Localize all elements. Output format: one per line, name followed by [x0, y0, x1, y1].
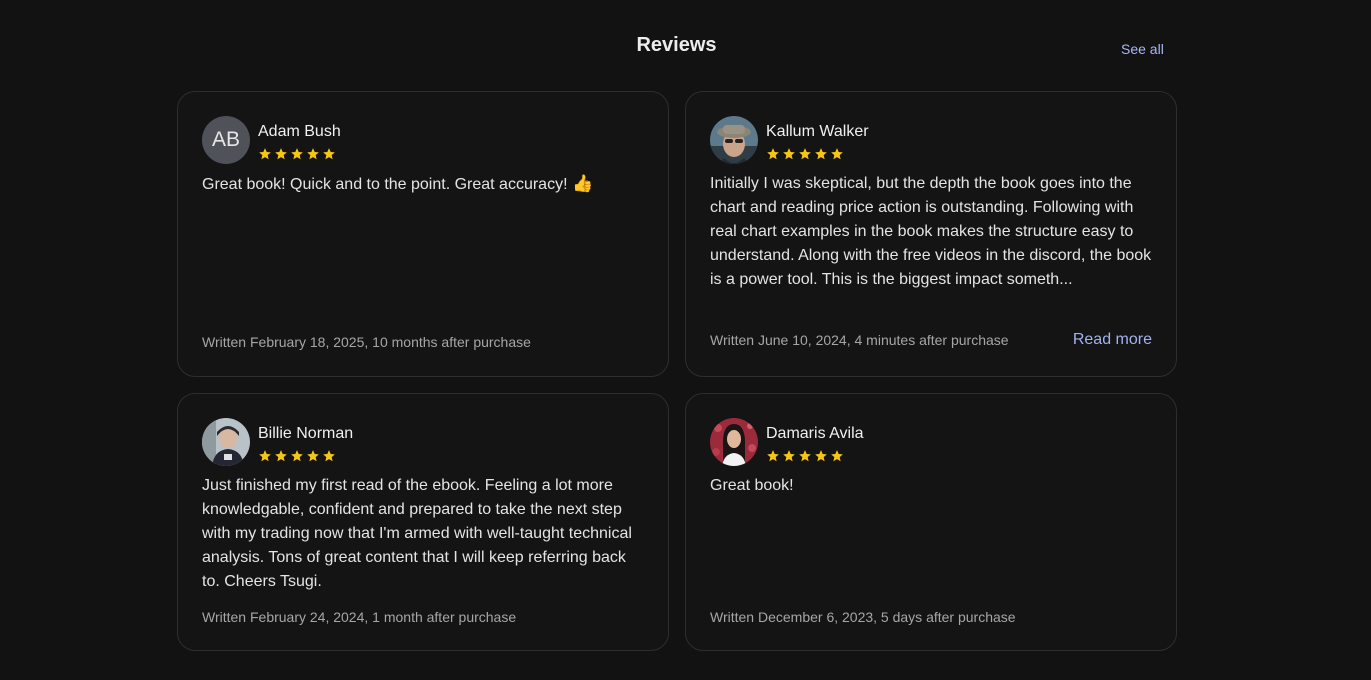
- star-icon: [767, 148, 779, 160]
- star-icon: [799, 450, 811, 462]
- star-icon: [799, 148, 811, 160]
- star-rating: [766, 147, 844, 161]
- avatar: [710, 418, 758, 466]
- star-icon: [783, 148, 795, 160]
- star-icon: [275, 450, 287, 462]
- avatar: [202, 418, 250, 466]
- star-icon: [291, 148, 303, 160]
- star-icon: [767, 450, 779, 462]
- star-icon: [259, 148, 271, 160]
- review-text: Great book!: [710, 477, 794, 494]
- star-icon: [323, 148, 335, 160]
- star-icon: [831, 450, 843, 462]
- star-icon: [815, 450, 827, 462]
- star-icon: [815, 148, 827, 160]
- star-rating: [766, 449, 844, 463]
- written-date: Written June 10, 2024, 4 minutes after p…: [710, 332, 1009, 348]
- star-rating: [258, 449, 336, 463]
- review-text-content: Great book! Quick and to the point. Grea…: [202, 176, 568, 193]
- thumbs-up-icon: 👍: [571, 174, 594, 193]
- reviewer-name: Damaris Avila: [766, 425, 864, 442]
- reviews-section: Reviews See all AB Adam Bush Great book!…: [0, 0, 1371, 680]
- written-date: Written December 6, 2023, 5 days after p…: [710, 609, 1016, 625]
- star-icon: [307, 148, 319, 160]
- star-icon: [831, 148, 843, 160]
- review-card: Billie Norman Just finished my first rea…: [177, 393, 669, 651]
- reviewer-name: Kallum Walker: [766, 123, 869, 140]
- star-rating: [258, 147, 336, 161]
- review-text: Great book! Quick and to the point. Grea…: [202, 172, 648, 197]
- avatar-photo: [710, 418, 758, 466]
- avatar: [710, 116, 758, 164]
- reviewer-name: Billie Norman: [258, 425, 354, 442]
- star-icon: [291, 450, 303, 462]
- avatar: AB: [202, 116, 250, 164]
- review-card: Damaris Avila Great book! Written Decemb…: [685, 393, 1177, 651]
- avatar-photo: [202, 418, 250, 466]
- star-icon: [259, 450, 271, 462]
- review-card: AB Adam Bush Great book! Quick and to th…: [177, 91, 669, 377]
- review-text: Just finished my first read of the ebook…: [202, 477, 632, 590]
- review-text: Initially I was skeptical, but the depth…: [710, 175, 1152, 288]
- review-card: Kallum Walker Initially I was skeptical,…: [685, 91, 1177, 377]
- avatar-photo: [710, 116, 758, 164]
- star-icon: [323, 450, 335, 462]
- read-more-link[interactable]: Read more: [1073, 331, 1152, 349]
- star-icon: [783, 450, 795, 462]
- written-date: Written February 24, 2024, 1 month after…: [202, 609, 517, 625]
- written-date: Written February 18, 2025, 10 months aft…: [202, 334, 531, 350]
- see-all-link[interactable]: See all: [1121, 41, 1164, 57]
- star-icon: [275, 148, 287, 160]
- star-icon: [307, 450, 319, 462]
- reviewer-name: Adam Bush: [258, 123, 341, 140]
